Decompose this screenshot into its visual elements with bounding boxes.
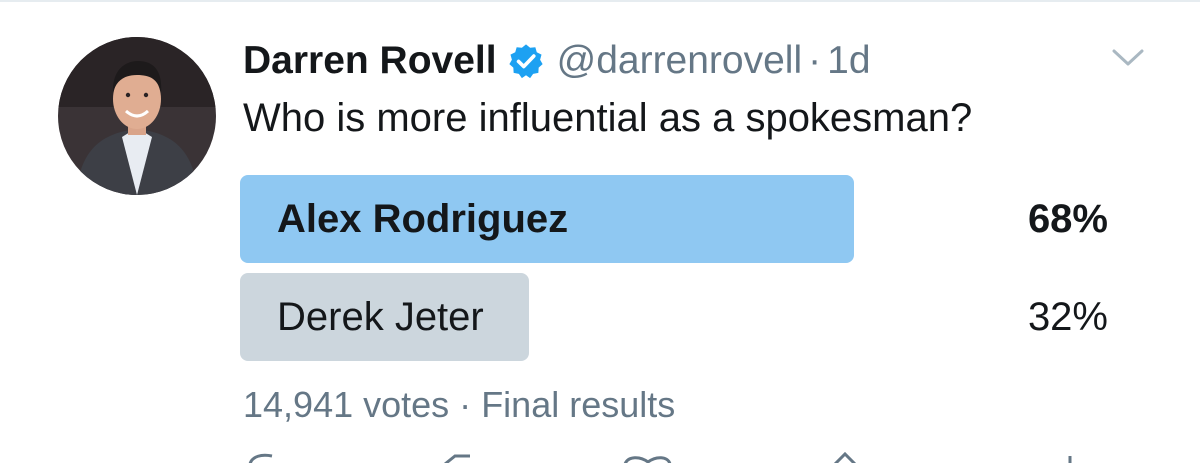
- poll-option-percent: 32%: [1027, 295, 1108, 339]
- tweet-actions-bar: [0, 450, 1200, 463]
- vote-count: 14,941 votes: [243, 384, 450, 425]
- footer-separator: ·: [459, 384, 472, 425]
- poll-option-label: Alex Rodriguez: [277, 197, 569, 241]
- reply-icon: [248, 453, 273, 463]
- share-icon: [833, 451, 857, 463]
- avatar[interactable]: [58, 37, 216, 195]
- poll-option-derek-jeter: Derek Jeter 32%: [240, 273, 1110, 361]
- like-icon: [623, 456, 672, 463]
- poll-option-label: Derek Jeter: [277, 295, 484, 339]
- verified-badge-icon: [507, 42, 545, 80]
- poll-status: Final results: [481, 384, 676, 425]
- handle[interactable]: @darrenrovell: [557, 39, 803, 83]
- tweet-text: Who is more influential as a spokesman?: [243, 96, 973, 140]
- chevron-down-icon[interactable]: [1110, 46, 1146, 70]
- retweet-icon: [444, 454, 470, 463]
- display-name[interactable]: Darren Rovell: [243, 39, 497, 83]
- header-separator: ·: [808, 39, 822, 82]
- timestamp[interactable]: 1d: [827, 39, 870, 83]
- poll-option-alex-rodriguez: Alex Rodriguez 68%: [240, 175, 1110, 263]
- tweet-header: Darren Rovell @darrenrovell · 1d: [243, 36, 871, 86]
- poll-option-percent: 68%: [1027, 197, 1108, 241]
- avatar-photo: [58, 37, 216, 195]
- top-divider: [0, 0, 1200, 2]
- poll-footer: 14,941 votes · Final results: [243, 384, 675, 426]
